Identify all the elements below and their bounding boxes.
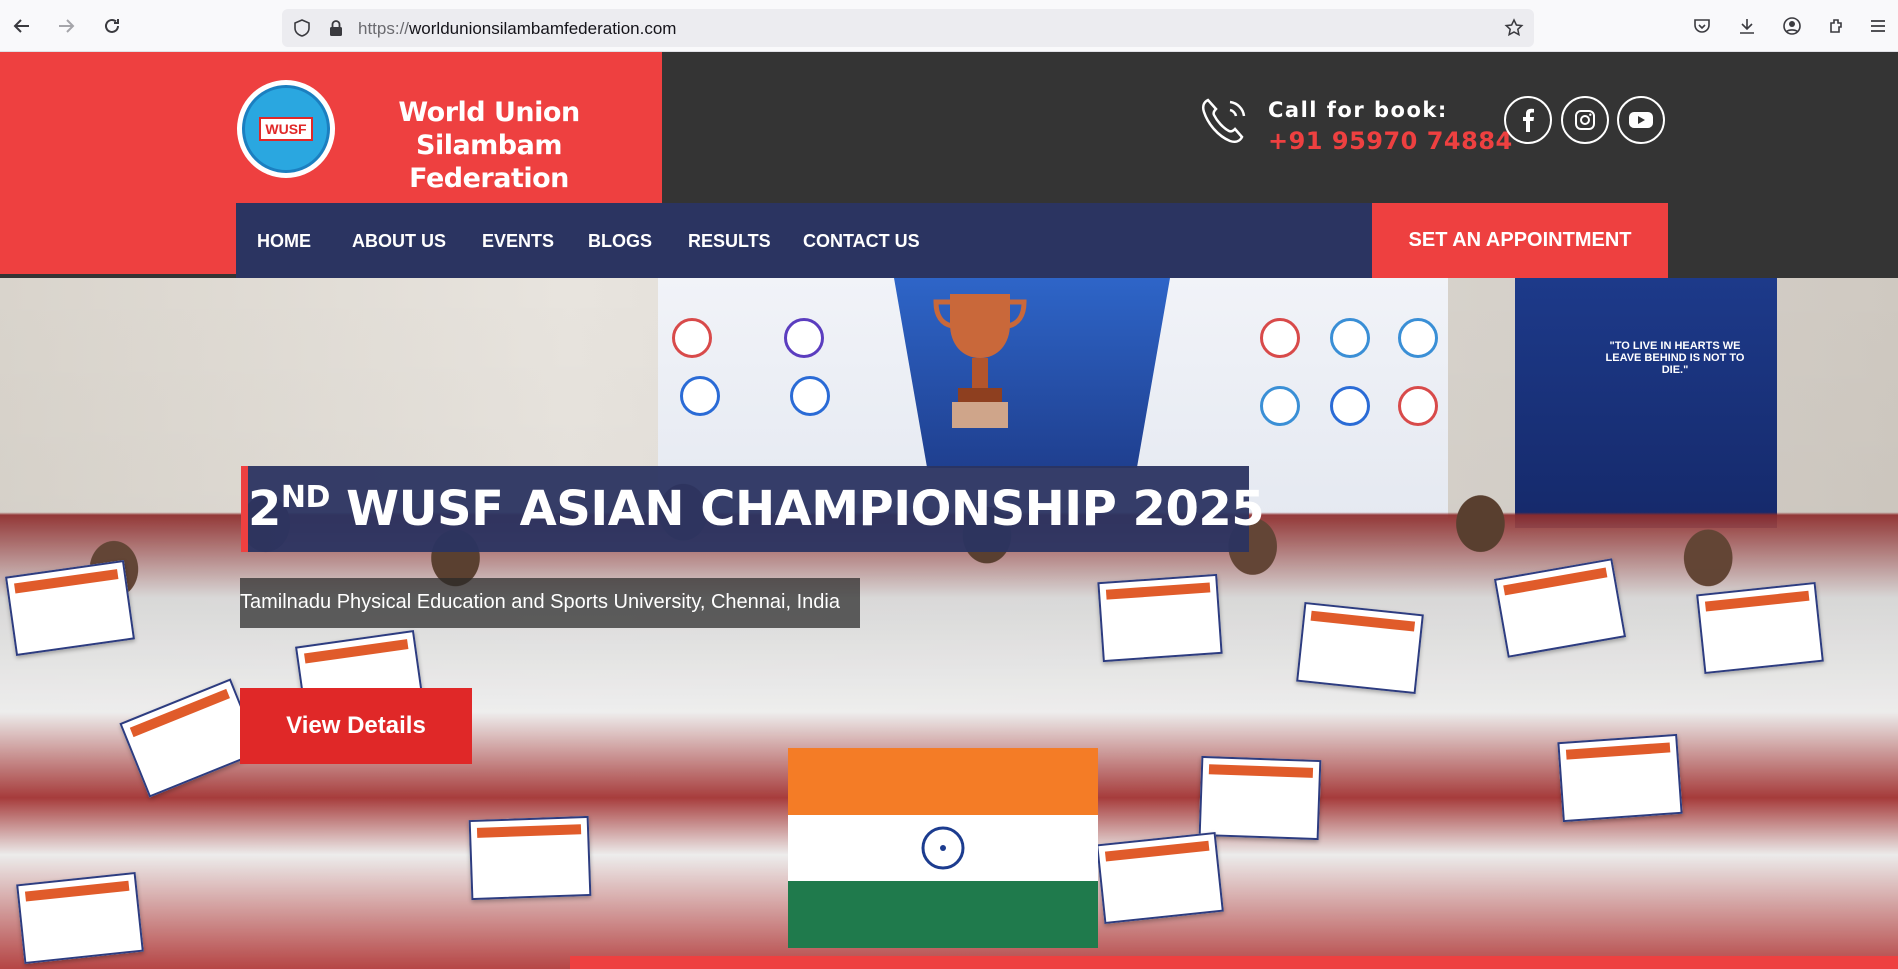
banner-quote: "TO LIVE IN HEARTS WE LEAVE BEHIND IS NO… [1605,340,1745,376]
certificate [5,560,135,656]
pocket-icon[interactable] [1690,14,1714,38]
lock-icon[interactable] [326,18,346,38]
shield-icon[interactable] [292,18,312,38]
nav-results[interactable]: RESULTS [688,231,771,252]
menu-icon[interactable] [1866,14,1890,38]
sponsor-logo [1398,318,1438,358]
facebook-icon[interactable] [1504,96,1552,144]
hero-subtitle: Tamilnadu Physical Education and Sports … [240,591,840,613]
nav-home[interactable]: HOME [257,231,311,252]
nav-events[interactable]: EVENTS [482,231,554,252]
logo-badge: WUSF [259,117,313,141]
back-icon[interactable] [10,14,34,38]
address-bar[interactable]: https://worldunionsilambamfederation.com [282,9,1534,47]
sponsor-logo [784,318,824,358]
indian-flag [788,748,1098,948]
url-text[interactable]: https://worldunionsilambamfederation.com [358,19,676,39]
certificate [468,815,592,901]
reload-icon[interactable] [100,14,124,38]
nav-about-us[interactable]: ABOUT US [352,231,446,252]
main-nav: HOME ABOUT US EVENTS BLOGS RESULTS CONTA… [236,203,1374,278]
nav-blogs[interactable]: BLOGS [588,231,652,252]
browser-toolbar: https://worldunionsilambamfederation.com [0,0,1898,52]
sponsor-logo [672,318,712,358]
logo-globe: WUSF [242,85,330,173]
hero-bottom-strip [570,956,1898,969]
certificate [1557,733,1683,823]
phone-icon [1196,92,1254,150]
nav-contact-us[interactable]: CONTACT US [803,231,920,252]
call-label: Call for book: [1268,98,1448,122]
phone-number-link[interactable]: +91 95970 74884 [1268,127,1513,155]
site-title-line1: World Union Silambam [398,97,580,161]
site-title-line2: Federation [409,163,569,194]
account-icon[interactable] [1780,14,1804,38]
certificate [1296,601,1424,695]
certificate [1096,831,1224,925]
download-icon[interactable] [1735,14,1759,38]
instagram-icon[interactable] [1561,96,1609,144]
site-title[interactable]: World Union Silambam Federation [338,96,640,195]
forward-icon[interactable] [54,14,78,38]
youtube-icon[interactable] [1617,96,1665,144]
hero-title-box: 2ND WUSF ASIAN CHAMPIONSHIP 2025 [241,466,1265,552]
hero-subtitle-box: Tamilnadu Physical Education and Sports … [240,578,860,628]
certificate [1198,755,1322,841]
certificate [1097,573,1223,663]
wusf-logo[interactable]: WUSF [237,80,335,178]
certificate [1696,581,1824,675]
hero-title: 2ND WUSF ASIAN CHAMPIONSHIP 2025 [248,480,1265,537]
view-details-button[interactable]: View Details [240,688,472,764]
bookmark-star-icon[interactable] [1504,18,1524,38]
extensions-icon[interactable] [1825,14,1849,38]
set-appointment-button[interactable]: SET AN APPOINTMENT [1372,203,1668,278]
sponsor-logo [1330,318,1370,358]
sponsor-logo [1260,318,1300,358]
certificate [16,871,144,965]
